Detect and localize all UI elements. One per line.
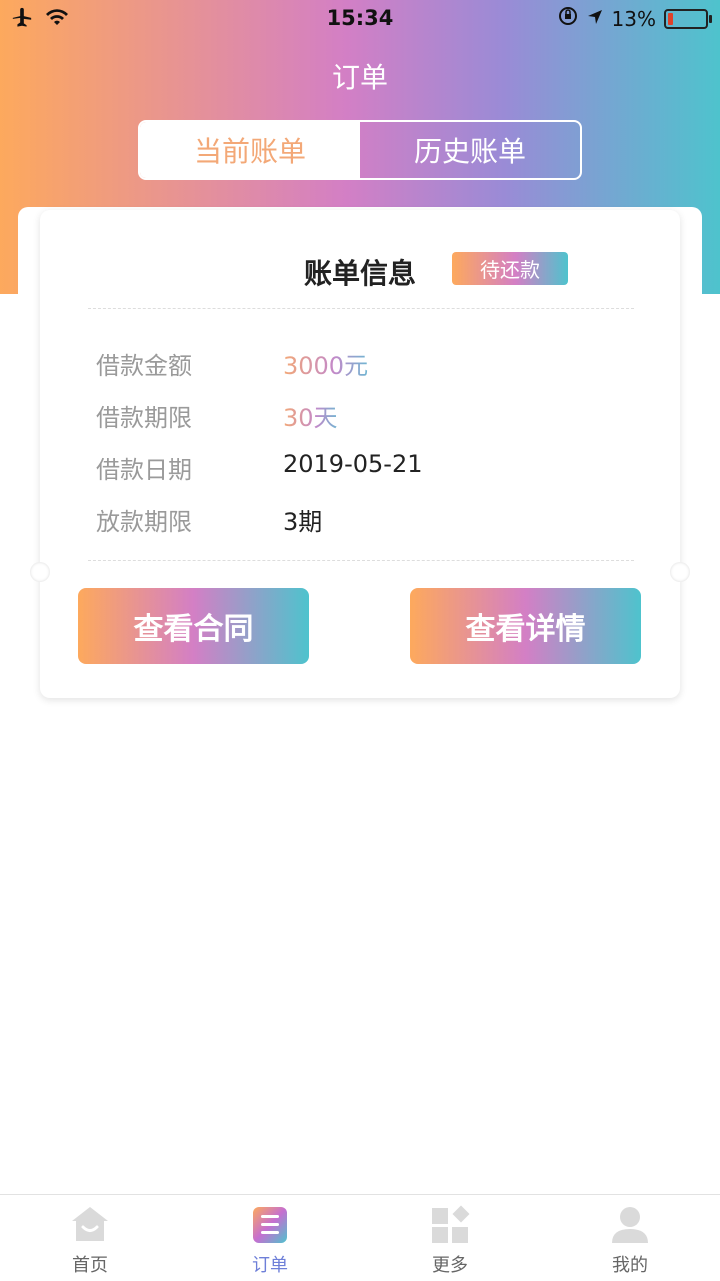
row-label: 借款期限 bbox=[96, 404, 192, 432]
home-icon bbox=[70, 1205, 110, 1247]
row-label: 借款日期 bbox=[96, 456, 192, 484]
status-bar: 15:34 13% bbox=[0, 0, 720, 38]
view-details-button[interactable]: 查看详情 bbox=[410, 588, 641, 664]
page-title: 订单 bbox=[331, 61, 388, 94]
tabbar-label: 订单 bbox=[252, 1255, 288, 1276]
tabbar-label: 首页 bbox=[72, 1255, 108, 1276]
card-title: 账单信息 bbox=[303, 257, 416, 290]
battery-icon bbox=[664, 8, 712, 29]
ticket-notch-right bbox=[670, 562, 690, 582]
tab-current-bill[interactable]: 当前账单 bbox=[140, 122, 360, 178]
grid-icon bbox=[430, 1205, 470, 1249]
tabbar-item-profile[interactable]: 我的 bbox=[540, 1195, 720, 1281]
rotation-lock-icon bbox=[558, 6, 578, 31]
tabbar-item-orders[interactable]: 订单 bbox=[180, 1195, 360, 1281]
ticket-notch-left bbox=[30, 562, 50, 582]
row-value: 2019-05-21 bbox=[283, 450, 423, 478]
tab-history-bill[interactable]: 历史账单 bbox=[360, 122, 580, 178]
bottom-tab-bar: 首页 订单 更多 我的 bbox=[0, 1194, 720, 1281]
row-loan-amount: 借款金额 3000元 bbox=[96, 346, 616, 386]
profile-icon bbox=[610, 1205, 650, 1249]
tabbar-label: 我的 bbox=[612, 1255, 648, 1276]
row-loan-term: 借款期限 30天 bbox=[96, 398, 616, 438]
tabbar-item-home[interactable]: 首页 bbox=[0, 1195, 180, 1281]
row-disburse-term: 放款期限 3期 bbox=[96, 502, 616, 542]
bill-tab-switch: 当前账单 历史账单 bbox=[138, 120, 582, 180]
divider-top bbox=[88, 308, 634, 309]
row-value: 3000元 bbox=[283, 346, 368, 381]
divider-bottom bbox=[88, 560, 634, 561]
row-value: 30天 bbox=[283, 398, 338, 433]
tabbar-label: 更多 bbox=[432, 1255, 468, 1276]
row-value: 3期 bbox=[283, 508, 323, 536]
bill-card: 账单信息 待还款 借款金额 3000元 借款期限 30天 借款日期 2019-0… bbox=[30, 210, 690, 698]
battery-percent: 13% bbox=[611, 6, 656, 31]
row-label: 借款金额 bbox=[96, 352, 192, 380]
status-badge: 待还款 bbox=[452, 252, 568, 285]
view-contract-button[interactable]: 查看合同 bbox=[78, 588, 309, 664]
location-icon bbox=[586, 7, 604, 31]
row-label: 放款期限 bbox=[96, 508, 192, 536]
tabbar-item-more[interactable]: 更多 bbox=[360, 1195, 540, 1281]
order-icon bbox=[251, 1205, 289, 1249]
row-loan-date: 借款日期 2019-05-21 bbox=[96, 450, 616, 490]
